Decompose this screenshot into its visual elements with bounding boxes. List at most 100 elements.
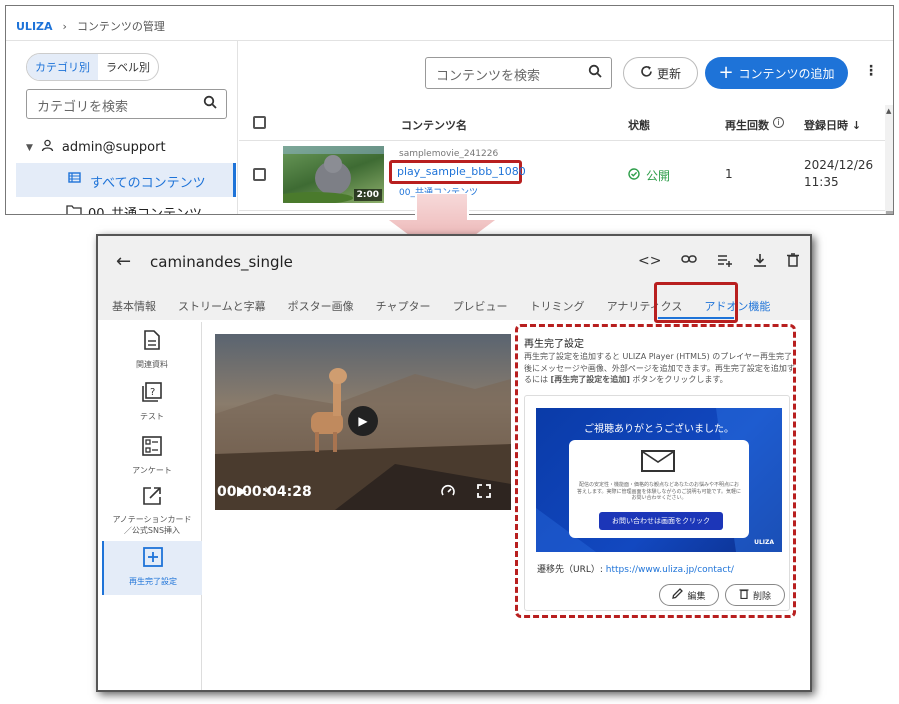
link-icon[interactable] xyxy=(681,253,698,271)
category-search-input[interactable]: カテゴリを検索 xyxy=(26,89,227,119)
folder-icon xyxy=(66,204,82,214)
edit-label: 編集 xyxy=(687,591,706,602)
mail-icon xyxy=(641,450,675,472)
video-player[interactable]: ▶ 00:00:04:28 ▶ 🔇︎ xyxy=(215,334,511,510)
sidebar-item-survey[interactable]: アンケート xyxy=(102,436,202,484)
fullscreen-icon[interactable] xyxy=(477,484,491,502)
select-all-checkbox[interactable] xyxy=(253,116,266,129)
category-search-placeholder: カテゴリを検索 xyxy=(37,100,129,115)
content-search-placeholder: コンテンツを検索 xyxy=(436,69,541,84)
sidebar-item-label: テスト xyxy=(140,412,164,421)
column-header-plays[interactable]: 再生回数 xyxy=(725,117,769,133)
registered-date: 2024/12/26 xyxy=(804,158,874,172)
tab-category[interactable]: カテゴリ別 xyxy=(27,54,98,80)
table-header: コンテンツ名 状態 再生回数 i 登録日時 ↓ xyxy=(239,105,885,141)
tab-label[interactable]: ラベル別 xyxy=(98,54,158,80)
tree-root[interactable]: ▼ admin@support xyxy=(26,139,166,156)
video-thumbnail[interactable]: 2:00 xyxy=(283,146,384,203)
sidebar-item-label: すべてのコンテンツ xyxy=(90,176,206,191)
tab-streams-subtitles[interactable]: ストリームと字幕 xyxy=(178,298,266,314)
tab-chapters[interactable]: チャプター xyxy=(376,298,431,314)
brand-link[interactable]: ULIZA xyxy=(16,20,53,33)
active-tab-indicator xyxy=(658,317,734,319)
caret-down-icon[interactable]: ▼ xyxy=(26,143,33,153)
trash-icon[interactable] xyxy=(787,253,800,271)
column-header-plays-wrap: 再生回数 i xyxy=(725,117,784,133)
sidebar-item-test[interactable]: ? テスト xyxy=(102,382,202,430)
end-screen-banner[interactable]: ご視聴ありがとうございました。 配信の安定性・機能面・価格的な観点などあなたのお… xyxy=(536,408,782,552)
play-control-icon[interactable]: ▶ xyxy=(237,484,247,499)
scroll-up-arrow-icon[interactable]: ▲ xyxy=(886,107,891,115)
tree-root-label: admin@support xyxy=(61,140,166,155)
content-search-input[interactable]: コンテンツを検索 xyxy=(425,57,612,89)
column-header-date[interactable]: 登録日時 ↓ xyxy=(804,117,861,133)
sidebar-item-label: 再生完了設定 xyxy=(129,577,177,586)
banner-inner-card: 配信の安定性・機能面・価格的な観点などあなたのお悩みや不明点にお答えします。実際… xyxy=(569,440,749,538)
sidebar-item-label: アンケート xyxy=(132,466,172,475)
download-icon[interactable] xyxy=(753,253,767,271)
addon-sidebar: 関連資料 ? テスト アンケート アノテーションカード ／公式SNS挿入 再生完… xyxy=(102,322,202,690)
panel-title: 再生完了設定 xyxy=(524,339,584,350)
column-header-name[interactable]: コンテンツ名 xyxy=(401,117,467,133)
search-icon[interactable] xyxy=(588,64,602,82)
scrollbar[interactable] xyxy=(885,105,893,214)
banner-cta-button[interactable]: お問い合わせは画面をクリック xyxy=(599,512,723,530)
add-content-label: コンテンツの追加 xyxy=(738,66,835,81)
tab-poster[interactable]: ポスター画像 xyxy=(288,298,354,314)
add-content-button[interactable]: + コンテンツの追加 xyxy=(705,57,848,89)
mute-icon[interactable]: 🔇︎ xyxy=(265,484,272,498)
quiz-icon: ? xyxy=(102,382,202,407)
next-row-thumbnail-edge xyxy=(283,214,384,215)
tab-trimming[interactable]: トリミング xyxy=(530,298,585,314)
page-title: caminandes_single xyxy=(150,253,293,271)
document-icon xyxy=(102,330,202,355)
embed-code-icon[interactable]: <> xyxy=(638,253,661,271)
playback-complete-card: ご視聴ありがとうございました。 配信の安定性・機能面・価格的な観点などあなたのお… xyxy=(524,395,790,611)
search-icon[interactable] xyxy=(203,95,217,113)
content-detail-screenshot: ← caminandes_single <> 基本情報 ストリームと字幕 ポスタ… xyxy=(96,234,812,692)
back-arrow-icon[interactable]: ← xyxy=(116,251,131,272)
play-button[interactable]: ▶ xyxy=(348,406,378,436)
table-row[interactable]: 2:00 samplemovie_241226 play_sample_bbb_… xyxy=(239,141,885,211)
row-checkbox[interactable] xyxy=(253,168,266,181)
tab-preview[interactable]: プレビュー xyxy=(453,298,508,314)
destination-url-link[interactable]: https://www.uliza.jp/contact/ xyxy=(606,565,734,575)
sidebar-item-all-contents[interactable]: すべてのコンテンツ xyxy=(16,163,236,197)
sidebar-tab-group: カテゴリ別 ラベル別 xyxy=(26,53,159,81)
banner-small-text: 配信の安定性・機能面・価格的な観点などあなたのお悩みや不明点にお答えします。実際… xyxy=(577,482,742,501)
content-name-link[interactable]: play_sample_bbb_1080 xyxy=(397,165,526,178)
scrollbar-thumb[interactable] xyxy=(886,211,893,214)
sidebar-item-label: アノテーションカード ／公式SNS挿入 xyxy=(112,515,192,535)
sidebar-item-common-folder[interactable]: 00_共通コンテンツ xyxy=(66,203,202,214)
status-label: 公開 xyxy=(646,169,671,183)
edit-button[interactable]: 編集 xyxy=(659,584,719,606)
plus-icon: + xyxy=(718,62,734,83)
sidebar-item-label: 関連資料 xyxy=(136,360,168,369)
playback-speed-icon[interactable] xyxy=(441,484,455,502)
add-to-playlist-icon[interactable] xyxy=(717,253,733,271)
destination-url-row: 遷移先（URL）: https://www.uliza.jp/contact/ xyxy=(537,562,734,575)
more-menu-icon[interactable]: ⋮ xyxy=(864,63,878,79)
content-list-main: コンテンツを検索 更新 + コンテンツの追加 ⋮ コンテンツ名 状態 再生回数 … xyxy=(239,41,893,215)
banner-heading: ご視聴ありがとうございました。 xyxy=(584,424,734,435)
user-icon xyxy=(41,139,54,156)
tab-basic-info[interactable]: 基本情報 xyxy=(112,298,156,314)
panel-description: 再生完了設定を追加すると ULIZA Player (HTML5) のプレイヤー… xyxy=(524,351,796,386)
status-badge: 公開 xyxy=(628,167,670,184)
delete-button[interactable]: 削除 xyxy=(725,584,785,606)
refresh-icon xyxy=(640,65,653,81)
sidebar-item-related-materials[interactable]: 関連資料 xyxy=(102,330,202,378)
column-header-status[interactable]: 状態 xyxy=(628,117,650,133)
header-actions: <> xyxy=(638,253,800,271)
breadcrumb: ULIZA › コンテンツの管理 xyxy=(16,18,165,34)
destination-url-label: 遷移先（URL）: xyxy=(537,565,603,575)
info-icon[interactable]: i xyxy=(773,117,784,128)
playback-complete-panel: 再生完了設定 再生完了設定を追加すると ULIZA Player (HTML5)… xyxy=(515,324,796,618)
sidebar-item-playback-complete[interactable]: 再生完了設定 xyxy=(102,541,202,595)
refresh-button[interactable]: 更新 xyxy=(623,57,698,89)
list-icon xyxy=(68,171,81,188)
category-sidebar: カテゴリ別 ラベル別 カテゴリを検索 ▼ admin@support すべてのコ… xyxy=(6,41,238,214)
content-subtitle: samplemovie_241226 xyxy=(399,149,499,159)
sidebar-item-annotation-card[interactable]: アノテーションカード ／公式SNS挿入 xyxy=(102,486,202,542)
trash-icon xyxy=(739,588,749,602)
